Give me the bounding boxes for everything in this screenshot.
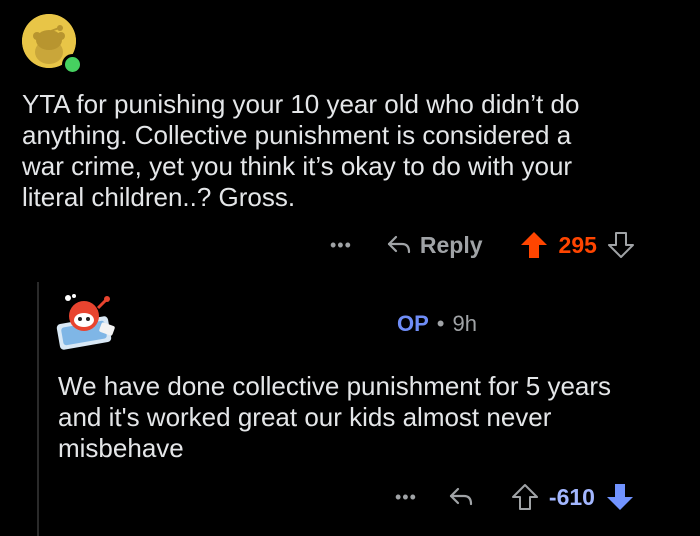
vote-score: 295 — [558, 231, 597, 258]
op-badge[interactable]: OP — [397, 311, 429, 337]
reply-label: Reply — [419, 231, 483, 258]
comment-thread: YTA for punishing your 10 year old who d… — [0, 0, 700, 536]
comment-body: YTA for punishing your 10 year old who d… — [22, 89, 580, 212]
reply-button[interactable]: Reply — [386, 232, 483, 259]
snoo-avatar-icon — [56, 294, 115, 350]
downvote-icon[interactable] — [605, 482, 635, 512]
vote-controls: -610 — [511, 482, 635, 512]
reply-arrow-icon — [387, 235, 411, 254]
vote-score: -610 — [548, 483, 595, 510]
comment-meta: OP • 9h — [397, 311, 477, 337]
meta-separator: • — [436, 311, 445, 336]
op-avatar[interactable] — [54, 290, 120, 354]
more-options-button[interactable]: ••• — [395, 487, 417, 508]
upvote-icon[interactable] — [519, 230, 549, 260]
upvote-icon[interactable] — [511, 482, 539, 512]
online-status-dot — [62, 54, 83, 75]
thread-line[interactable] — [37, 282, 39, 536]
downvote-icon[interactable] — [607, 230, 635, 260]
comment-body: We have done collective punishment for 5… — [58, 371, 612, 463]
comment-actions: ••• -610 — [395, 480, 635, 514]
vote-controls: 295 — [519, 230, 635, 260]
reply-arrow-icon[interactable] — [447, 486, 475, 508]
comment-actions: ••• Reply 295 — [330, 228, 635, 262]
comment-age: 9h — [452, 311, 477, 336]
more-options-button[interactable]: ••• — [330, 235, 352, 256]
